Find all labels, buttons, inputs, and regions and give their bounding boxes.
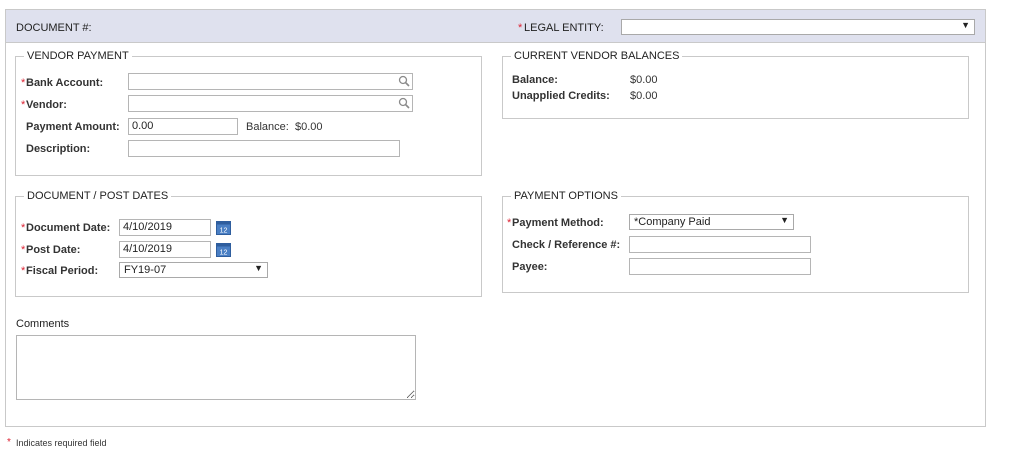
payment-method-select[interactable]: *Company Paid ▼	[629, 214, 794, 230]
check-reference-input[interactable]	[629, 236, 811, 253]
vendor-label: Vendor:	[26, 99, 67, 111]
dropdown-arrow-icon: ▼	[961, 20, 970, 30]
payment-amount-value: 0.00	[132, 120, 154, 132]
payment-options-title: PAYMENT OPTIONS	[514, 190, 618, 202]
post-date-input[interactable]: 4/10/2019	[119, 241, 211, 258]
payee-label: Payee:	[512, 261, 548, 273]
vendor-payment-form: DOCUMENT #: * LEGAL ENTITY: ▼ VENDOR PAY…	[5, 9, 986, 427]
current-vendor-balances-title: CURRENT VENDOR BALANCES	[514, 50, 680, 62]
document-post-dates-title: DOCUMENT / POST DATES	[27, 190, 169, 202]
dropdown-arrow-icon: ▼	[254, 263, 263, 273]
search-icon[interactable]	[398, 75, 410, 87]
payment-balance-value: $0.00	[295, 121, 323, 133]
payment-method-label: Payment Method:	[512, 217, 604, 229]
payment-balance-label: Balance:	[246, 121, 289, 133]
bank-account-input[interactable]	[128, 73, 413, 90]
required-marker: *	[21, 77, 26, 89]
document-number-label: DOCUMENT #:	[16, 22, 92, 34]
payment-method-value: *Company Paid	[634, 216, 711, 228]
payment-amount-input[interactable]: 0.00	[128, 118, 238, 135]
search-icon[interactable]	[398, 97, 410, 109]
required-marker: *	[21, 99, 26, 111]
fiscal-period-select[interactable]: FY19-07 ▼	[119, 262, 268, 278]
required-marker: *	[507, 217, 512, 229]
description-label: Description:	[26, 143, 91, 155]
calendar-icon[interactable]: 12	[216, 220, 231, 235]
current-balance-label: Balance:	[512, 74, 558, 86]
required-marker: *	[21, 244, 26, 256]
unapplied-credits-value: $0.00	[630, 90, 658, 102]
post-date-value: 4/10/2019	[123, 243, 172, 255]
dropdown-arrow-icon: ▼	[780, 215, 789, 225]
svg-text:12: 12	[220, 250, 228, 257]
form-header: DOCUMENT #: * LEGAL ENTITY: ▼	[6, 10, 985, 43]
comments-label: Comments	[16, 318, 70, 330]
vendor-input[interactable]	[128, 95, 413, 112]
payment-amount-label: Payment Amount:	[26, 121, 120, 133]
required-marker: *	[21, 222, 26, 234]
vendor-payment-title: VENDOR PAYMENT	[27, 50, 129, 62]
post-date-label: Post Date:	[26, 244, 81, 256]
legal-entity-select[interactable]: ▼	[621, 19, 975, 35]
legal-entity-label: LEGAL ENTITY:	[524, 22, 604, 34]
current-balance-value: $0.00	[630, 74, 658, 86]
required-marker: *	[7, 437, 11, 448]
document-date-label: Document Date:	[26, 222, 111, 234]
required-field-note: Indicates required field	[16, 438, 107, 448]
payee-input[interactable]	[629, 258, 811, 275]
unapplied-credits-label: Unapplied Credits:	[512, 90, 610, 102]
document-date-value: 4/10/2019	[123, 221, 172, 233]
vendor-payment-section: VENDOR PAYMENT	[15, 50, 482, 176]
bank-account-label: Bank Account:	[26, 77, 104, 89]
current-vendor-balances-section: CURRENT VENDOR BALANCES	[502, 50, 969, 119]
document-date-input[interactable]: 4/10/2019	[119, 219, 211, 236]
comments-textarea[interactable]	[16, 335, 416, 400]
fiscal-period-value: FY19-07	[124, 264, 167, 276]
required-marker: *	[21, 265, 26, 277]
fiscal-period-label: Fiscal Period:	[26, 265, 99, 277]
description-input[interactable]	[128, 140, 400, 157]
svg-text:12: 12	[220, 228, 228, 235]
document-post-dates-section: DOCUMENT / POST DATES	[15, 190, 482, 297]
required-marker: *	[518, 22, 523, 34]
check-reference-label: Check / Reference #:	[512, 239, 621, 251]
calendar-icon[interactable]: 12	[216, 242, 231, 257]
